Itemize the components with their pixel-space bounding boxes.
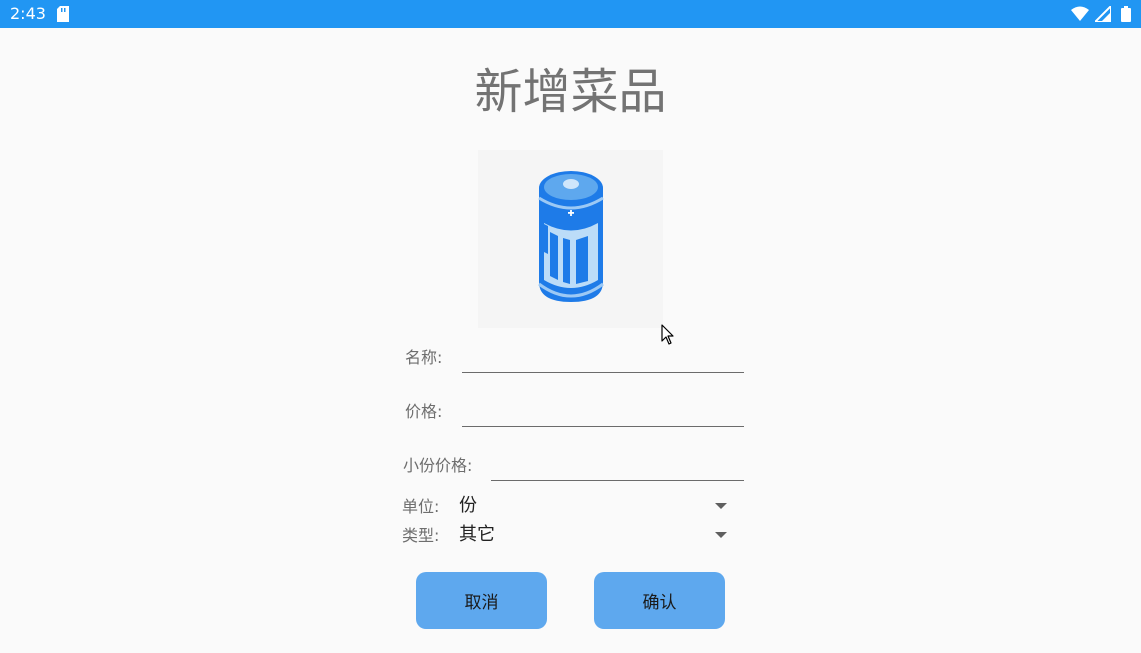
status-time: 2:43 — [10, 4, 46, 23]
name-label: 名称: — [405, 348, 443, 367]
sd-card-icon — [57, 6, 69, 22]
battery-icon — [538, 171, 604, 302]
price-label: 价格: — [405, 402, 443, 421]
type-value[interactable]: 其它 — [459, 524, 495, 546]
dish-image[interactable] — [478, 150, 663, 328]
battery-icon — [1121, 6, 1131, 22]
page-title: 新增菜品 — [474, 64, 667, 120]
unit-label: 单位: — [402, 497, 440, 516]
status-bar: 2:43 — [0, 0, 1141, 28]
cancel-button[interactable]: 取消 — [416, 572, 547, 629]
small-price-input[interactable] — [491, 452, 744, 481]
confirm-button[interactable]: 确认 — [594, 572, 725, 629]
name-input[interactable] — [462, 344, 744, 373]
unit-value[interactable]: 份 — [459, 495, 477, 517]
type-select[interactable]: 类型: 其它 — [402, 523, 727, 549]
dropdown-arrow-icon[interactable] — [715, 531, 727, 539]
unit-select[interactable]: 单位: 份 — [402, 494, 727, 520]
wifi-icon — [1071, 6, 1089, 21]
signal-icon — [1095, 6, 1111, 22]
price-input[interactable] — [462, 398, 744, 427]
dropdown-arrow-icon[interactable] — [715, 502, 727, 510]
type-label: 类型: — [402, 526, 440, 545]
mouse-cursor-icon — [661, 324, 674, 345]
small-price-label: 小份价格: — [403, 456, 473, 475]
